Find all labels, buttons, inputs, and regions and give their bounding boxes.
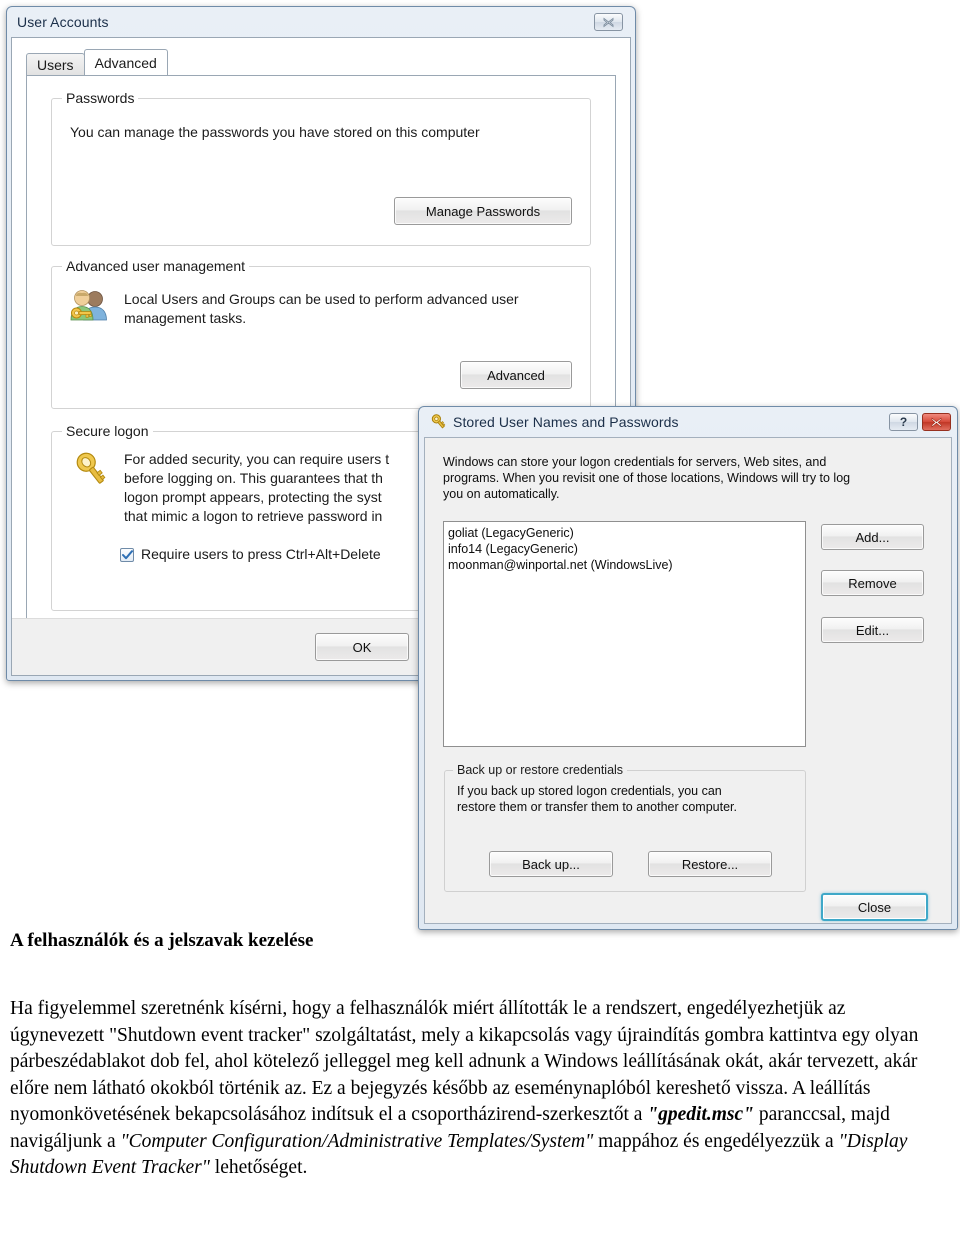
user-accounts-titlebar[interactable]: User Accounts — [7, 7, 635, 37]
stored-dialog-titlebar[interactable]: Stored User Names and Passwords ? — [419, 407, 957, 437]
restore-button-label: Restore... — [681, 856, 739, 872]
add-credential-button[interactable]: Add... — [821, 524, 924, 550]
page-title: A felhasználók és a jelszavak kezelése — [10, 930, 314, 951]
secure-logon-line-2: before logging on. This guarantees that … — [124, 470, 383, 486]
help-button[interactable]: ? — [889, 413, 918, 431]
backup-group-title: Back up or restore credentials — [453, 763, 628, 777]
stored-intro-line-3: you on automatically. — [443, 487, 560, 501]
users-key-icon — [70, 290, 107, 321]
advanced-description-line-2: management tasks. — [124, 310, 247, 326]
remove-credential-button[interactable]: Remove — [821, 570, 924, 596]
ok-button[interactable]: OK — [315, 633, 409, 661]
advanced-description-line-1: Local Users and Groups can be used to pe… — [124, 291, 519, 307]
close-button[interactable] — [594, 13, 623, 31]
manage-passwords-button[interactable]: Manage Passwords — [394, 197, 572, 225]
paragraph-part-3: mappához és engedélyezzük a — [593, 1130, 839, 1152]
close-dialog-button[interactable]: Close — [821, 893, 928, 921]
manage-passwords-label: Manage Passwords — [425, 203, 541, 219]
edit-button-label: Edit... — [855, 622, 890, 638]
secure-logon-line-4: that mimic a logon to retrieve password … — [124, 508, 383, 524]
passwords-description: You can manage the passwords you have st… — [70, 124, 480, 140]
stored-user-names-and-passwords-dialog: Stored User Names and Passwords ? Window… — [418, 406, 958, 930]
add-button-label: Add... — [855, 529, 890, 545]
advanced-user-management-group: Advanced user management Local Users and… — [51, 258, 591, 409]
tab-advanced-label: Advanced — [94, 54, 157, 71]
policy-path: "Computer Configuration/Administrative T… — [120, 1130, 594, 1152]
tab-users-label: Users — [37, 56, 74, 73]
paragraph-part-4: lehetőséget. — [209, 1157, 308, 1178]
advanced-group-title: Advanced user management — [62, 258, 249, 274]
ok-button-label: OK — [352, 639, 372, 655]
secure-logon-group-title: Secure logon — [62, 423, 153, 439]
stored-dialog-body: Windows can store your logon credentials… — [424, 437, 952, 924]
backup-description-line-1: If you back up stored logon credentials,… — [457, 784, 722, 798]
require-ctrl-alt-delete-checkbox-row[interactable]: Require users to press Ctrl+Alt+Delete — [120, 545, 381, 564]
list-item[interactable]: info14 (LegacyGeneric) — [448, 541, 801, 557]
stored-intro-line-1: Windows can store your logon credentials… — [443, 455, 827, 469]
checkmark-icon — [121, 549, 133, 559]
backup-button[interactable]: Back up... — [489, 851, 613, 877]
backup-description-line-2: restore them or transfer them to another… — [457, 800, 737, 814]
remove-button-label: Remove — [848, 575, 897, 591]
close-icon — [931, 417, 942, 427]
document-text-block: A felhasználók és a jelszavak kezelése H… — [10, 930, 950, 1182]
gold-key-icon — [431, 413, 446, 428]
user-accounts-title: User Accounts — [17, 14, 109, 30]
backup-button-label: Back up... — [522, 856, 580, 872]
gold-key-icon — [76, 452, 106, 484]
credentials-listbox[interactable]: goliat (LegacyGeneric) info14 (LegacyGen… — [443, 521, 806, 747]
require-ctrl-alt-delete-label: Require users to press Ctrl+Alt+Delete — [141, 546, 381, 562]
document-paragraph: Ha figyelemmel szeretnénk kísérni, hogy … — [10, 996, 940, 1182]
close-dialog-label: Close — [857, 899, 892, 915]
passwords-group-title: Passwords — [62, 90, 139, 106]
edit-credential-button[interactable]: Edit... — [821, 617, 924, 643]
secure-logon-line-1: For added security, you can require user… — [124, 451, 390, 467]
tab-users[interactable]: Users — [26, 53, 85, 75]
list-item[interactable]: moonman@winportal.net (WindowsLive) — [448, 557, 801, 573]
tabstrip: Users Advanced — [26, 49, 168, 75]
close-icon — [603, 17, 614, 27]
list-item[interactable]: goliat (LegacyGeneric) — [448, 525, 801, 541]
stored-intro-line-2: programs. When you revisit one of those … — [443, 471, 851, 485]
backup-restore-group: Back up or restore credentials If you ba… — [444, 763, 806, 892]
restore-button[interactable]: Restore... — [648, 851, 772, 877]
close-button[interactable] — [922, 413, 951, 431]
gpedit-command: "gpedit.msc" — [647, 1104, 755, 1125]
advanced-button[interactable]: Advanced — [460, 361, 572, 389]
stored-dialog-title: Stored User Names and Passwords — [453, 414, 679, 430]
require-ctrl-alt-delete-checkbox[interactable] — [120, 547, 134, 562]
passwords-group: Passwords You can manage the passwords y… — [51, 90, 591, 246]
advanced-button-label: Advanced — [487, 367, 545, 383]
tab-advanced[interactable]: Advanced — [83, 49, 168, 75]
secure-logon-line-3: logon prompt appears, protecting the sys… — [124, 489, 382, 505]
help-icon: ? — [899, 415, 908, 429]
